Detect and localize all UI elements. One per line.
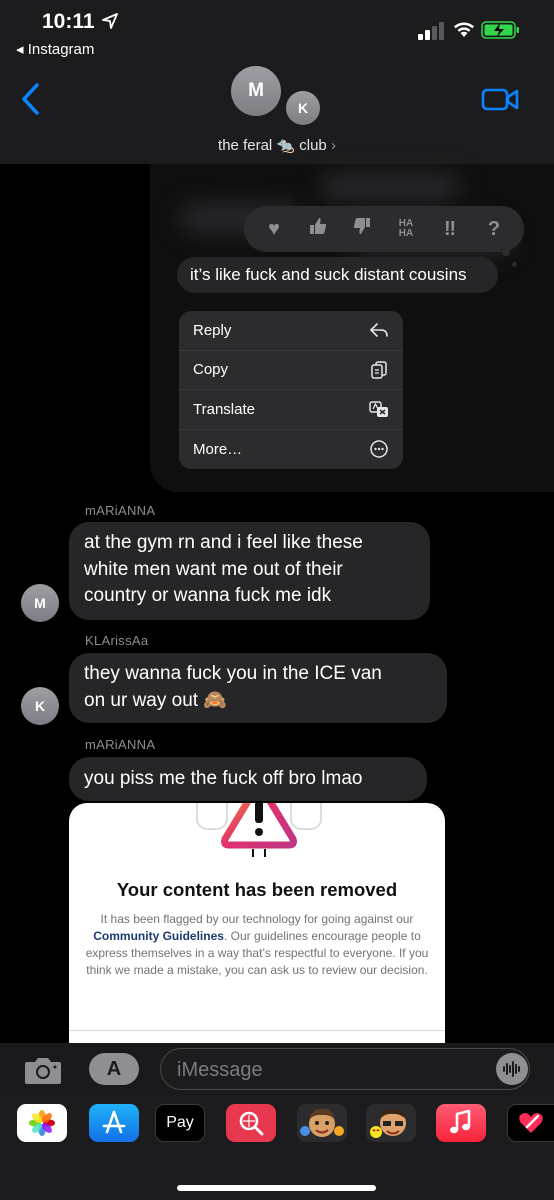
app-store-icon: [102, 1110, 126, 1134]
question-reaction-icon[interactable]: ?: [479, 218, 509, 241]
memoji-icon: [300, 1108, 344, 1137]
card-body: It has been flagged by our technology fo…: [85, 912, 429, 977]
apple-pay-icon: Pay: [166, 1114, 194, 1131]
music-icon: [450, 1109, 471, 1134]
message-bubble[interactable]: you piss me the fuck off bro lmao: [69, 757, 427, 801]
chevron-right-icon: ›: [330, 137, 336, 154]
animoji-app-icon[interactable]: [366, 1104, 416, 1142]
message-input-bar: A iMessage: [0, 1043, 554, 1095]
digital-touch-app-icon[interactable]: [507, 1104, 554, 1142]
menu-item-translate[interactable]: Translate: [179, 390, 403, 430]
location-arrow-icon: [102, 13, 118, 29]
sender-avatar[interactable]: K: [21, 687, 59, 725]
card-title: Your content has been removed: [116, 879, 398, 900]
back-chevron-icon[interactable]: [20, 82, 42, 116]
imessage-app-strip: Pay: [0, 1095, 554, 1200]
menu-item-more[interactable]: More…: [179, 430, 403, 470]
wifi-icon: [454, 22, 474, 37]
home-indicator[interactable]: [177, 1185, 376, 1191]
tapback-tail-dot: [502, 248, 510, 256]
tapback-reaction-bar: ♥ HA HA ‼ ?: [244, 206, 524, 252]
memoji-app-icon[interactable]: [297, 1104, 347, 1142]
digital-touch-icon: [519, 1113, 543, 1133]
waveform-icon: [503, 1061, 520, 1077]
photos-icon: [29, 1110, 55, 1136]
sender-avatar[interactable]: M: [21, 584, 59, 622]
image-search-app-icon[interactable]: [226, 1104, 276, 1142]
sender-name: mARiANNA: [85, 737, 156, 752]
menu-item-copy[interactable]: Copy: [179, 351, 403, 390]
heart-reaction-icon[interactable]: ♥: [259, 218, 289, 241]
conversation-header: M K the feral 🐀 club ›: [0, 60, 554, 164]
thumbs-up-reaction-icon[interactable]: [303, 216, 333, 242]
back-to-instagram-link[interactable]: ◂ Instagram: [16, 40, 94, 58]
tapback-tail-dot-small: [512, 262, 517, 267]
sender-name: mARiANNA: [85, 503, 156, 518]
status-time: 10:11: [42, 10, 95, 33]
more-icon: [370, 440, 388, 458]
exclamation-reaction-icon[interactable]: ‼: [435, 218, 465, 241]
group-avatar-k[interactable]: K: [284, 89, 322, 127]
thumbs-down-reaction-icon[interactable]: [347, 216, 377, 242]
cellular-signal-icon: [418, 22, 444, 40]
battery-charging-icon: [481, 21, 519, 39]
app-store-drawer-button[interactable]: A: [89, 1053, 139, 1085]
apple-pay-app-icon[interactable]: Pay: [155, 1104, 205, 1142]
audio-message-button[interactable]: [496, 1053, 528, 1085]
message-context-menu: Reply Copy Translate More…: [179, 311, 403, 469]
message-bubble[interactable]: they wanna fuck you in the ICE van on ur…: [69, 653, 447, 723]
community-guidelines-link[interactable]: Community Guidelines: [93, 929, 224, 943]
translate-icon: [369, 401, 388, 418]
group-avatar-m[interactable]: M: [231, 66, 281, 116]
camera-icon[interactable]: [23, 1054, 63, 1086]
card-divider: [69, 1030, 445, 1031]
sender-name: KLArissAa: [85, 633, 149, 648]
group-name-label: the feral 🐀 club: [218, 137, 327, 154]
status-bar: 10:11 ◂ Instagram: [0, 0, 554, 60]
group-name-button[interactable]: the feral 🐀 club ›: [0, 136, 554, 154]
copy-icon: [371, 361, 387, 379]
image-search-icon: [239, 1111, 264, 1136]
reply-icon: [370, 323, 388, 338]
video-call-icon[interactable]: [481, 86, 519, 112]
menu-item-reply[interactable]: Reply: [179, 311, 403, 351]
photos-app-icon[interactable]: [17, 1104, 67, 1142]
content-removed-card[interactable]: Your content has been removed It has bee…: [69, 803, 445, 1043]
animoji-icon: [370, 1108, 406, 1138]
app-store-app-icon[interactable]: [89, 1104, 139, 1142]
selected-message-bubble[interactable]: it’s like fuck and suck distant cousins: [177, 257, 498, 293]
music-app-icon[interactable]: [436, 1104, 486, 1142]
haha-reaction-icon[interactable]: HA HA: [391, 219, 421, 239]
imessage-text-field[interactable]: iMessage: [160, 1048, 530, 1090]
warning-triangle-icon: [196, 803, 322, 857]
message-bubble[interactable]: at the gym rn and i feel like these whit…: [69, 522, 430, 620]
